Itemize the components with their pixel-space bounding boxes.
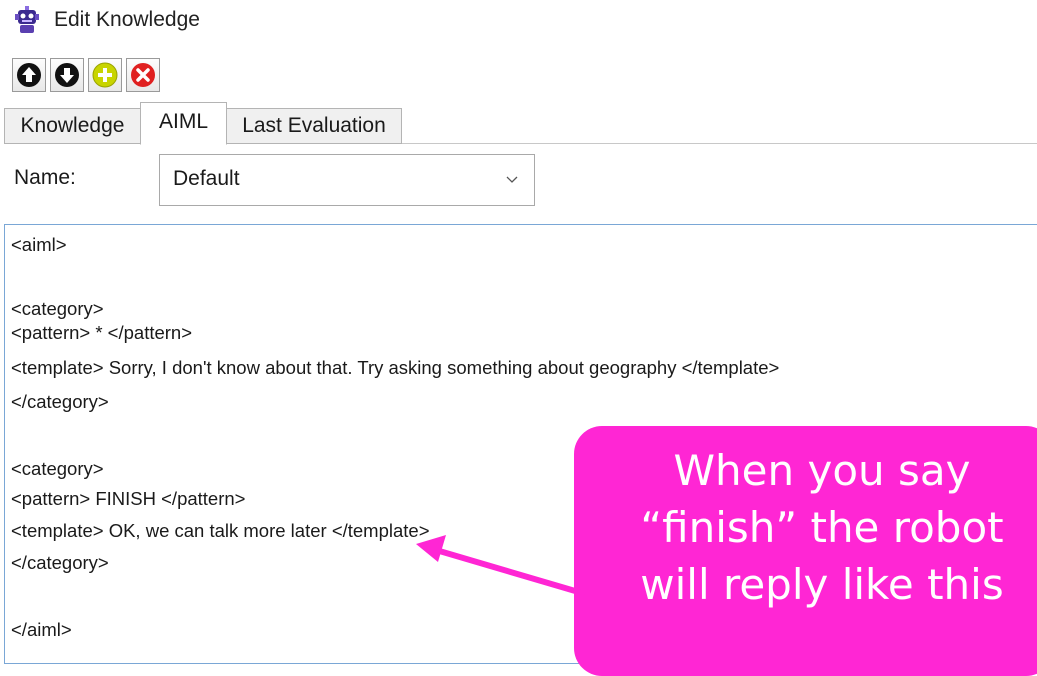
tab-last-evaluation[interactable]: Last Evaluation (226, 108, 402, 144)
code-line: <template> Sorry, I don't know about tha… (11, 357, 780, 378)
arrow-down-circle-icon (55, 63, 79, 87)
code-line: </category> (11, 552, 109, 573)
toolbar (12, 58, 160, 92)
delete-circle-icon (131, 63, 155, 87)
code-line: </aiml> (11, 619, 72, 640)
robot-app-icon (12, 6, 42, 34)
name-select-value: Default (173, 167, 240, 190)
code-line: <pattern> * </pattern> (11, 322, 193, 343)
name-row: Name: Default (0, 150, 1037, 210)
code-line: <pattern> FINISH </pattern> (11, 488, 246, 509)
window-title: Edit Knowledge (54, 8, 200, 31)
arrow-up-circle-icon (17, 63, 41, 87)
name-select[interactable]: Default (159, 154, 535, 206)
code-line: <category> (11, 298, 104, 319)
tab-bar: Knowledge Last Evaluation AIML (0, 100, 1037, 145)
code-line: </category> (11, 391, 109, 412)
name-label: Name: (14, 166, 76, 189)
annotation-callout: When you say “finish” the robot will rep… (574, 426, 1037, 676)
move-down-button[interactable] (50, 58, 84, 92)
annotation-text: When you say “finish” the robot will rep… (640, 446, 1004, 609)
add-circle-icon (92, 62, 118, 88)
code-line: <category> (11, 458, 104, 479)
tab-aiml[interactable]: AIML (140, 102, 227, 145)
move-up-button[interactable] (12, 58, 46, 92)
title-bar: Edit Knowledge (0, 0, 1037, 40)
delete-button[interactable] (126, 58, 160, 92)
chevron-down-icon (506, 176, 518, 183)
code-line: <aiml> (11, 234, 67, 255)
code-line: <template> OK, we can talk more later </… (11, 520, 430, 541)
add-button[interactable] (88, 58, 122, 92)
tab-knowledge[interactable]: Knowledge (4, 108, 141, 144)
